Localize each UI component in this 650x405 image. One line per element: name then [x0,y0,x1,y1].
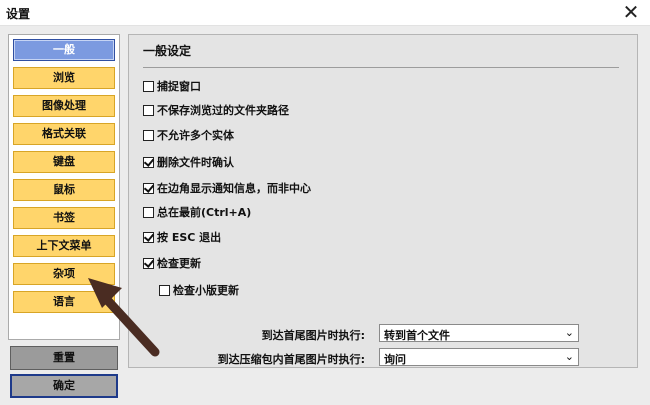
option-label: 删除文件时确认 [157,156,234,169]
sidebar-item-general[interactable]: 一般 [13,39,115,61]
reset-button[interactable]: 重置 [10,346,118,370]
sidebar-item-keyboard[interactable]: 键盘 [13,151,115,173]
end-of-folder-select[interactable]: 转到首个文件 ⌄ [379,324,579,342]
select-value: 询问 [384,353,406,366]
sidebar-item-browse[interactable]: 浏览 [13,67,115,89]
option-always-on-top[interactable]: 总在最前(Ctrl+A) [143,203,251,221]
option-esc-exit[interactable]: 按 ESC 退出 [143,228,221,246]
option-label: 按 ESC 退出 [157,231,222,244]
option-corner-notifications[interactable]: 在边角显示通知信息，而非中心 [143,179,311,197]
checkbox-checked[interactable] [143,231,154,243]
sidebar-item-image-processing[interactable]: 图像处理 [13,95,115,117]
checkbox[interactable] [143,129,154,141]
chevron-down-icon: ⌄ [564,350,574,363]
option-confirm-delete[interactable]: 删除文件时确认 [143,153,234,171]
option-label: 检查小版更新 [173,284,239,297]
select-value: 转到首个文件 [384,329,450,342]
end-of-archive-select[interactable]: 询问 ⌄ [379,348,579,366]
option-label: 不保存浏览过的文件夹路径 [157,104,289,117]
option-label: 不允许多个实体 [157,129,234,142]
checkbox[interactable] [143,206,154,218]
checkbox-checked[interactable] [143,182,154,194]
checkbox[interactable] [143,80,154,92]
end-of-archive-label: 到达压缩包内首尾图片时执行: [217,353,365,366]
general-settings-panel: 一般设定 捕捉窗口 不保存浏览过的文件夹路径 不允许多个实体 删除文件时确认 在… [128,34,638,368]
option-capture-window[interactable]: 捕捉窗口 [143,77,201,95]
checkbox-checked[interactable] [143,257,154,269]
checkbox[interactable] [143,104,154,116]
sidebar-item-bookmarks[interactable]: 书签 [13,207,115,229]
sidebar-item-mouse[interactable]: 鼠标 [13,179,115,201]
sidebar-item-language[interactable]: 语言 [13,291,115,313]
end-of-folder-label: 到达首尾图片时执行: [261,329,365,342]
settings-category-list: 一般 浏览 图像处理 格式关联 键盘 鼠标 书签 上下文菜单 杂项 语言 [8,34,120,340]
title-bar: 设置 ✕ [0,0,650,26]
option-check-updates[interactable]: 检查更新 [143,254,201,272]
checkbox-checked[interactable] [143,156,154,168]
sidebar-item-context-menu[interactable]: 上下文菜单 [13,235,115,257]
checkbox[interactable] [159,284,170,296]
panel-title: 一般设定 [143,44,192,58]
option-check-minor-updates[interactable]: 检查小版更新 [159,281,239,299]
option-label: 检查更新 [157,257,201,270]
option-single-instance[interactable]: 不允许多个实体 [143,126,234,144]
sidebar-item-misc[interactable]: 杂项 [13,263,115,285]
option-no-save-folder-path[interactable]: 不保存浏览过的文件夹路径 [143,101,289,119]
chevron-down-icon: ⌄ [564,326,574,339]
close-icon[interactable]: ✕ [620,2,642,24]
option-label: 在边角显示通知信息，而非中心 [157,182,311,195]
window-title: 设置 [6,7,31,21]
title-divider [143,67,619,68]
option-label: 总在最前(Ctrl+A) [157,206,252,219]
ok-button[interactable]: 确定 [10,374,118,398]
sidebar-item-file-association[interactable]: 格式关联 [13,123,115,145]
option-label: 捕捉窗口 [157,80,201,93]
